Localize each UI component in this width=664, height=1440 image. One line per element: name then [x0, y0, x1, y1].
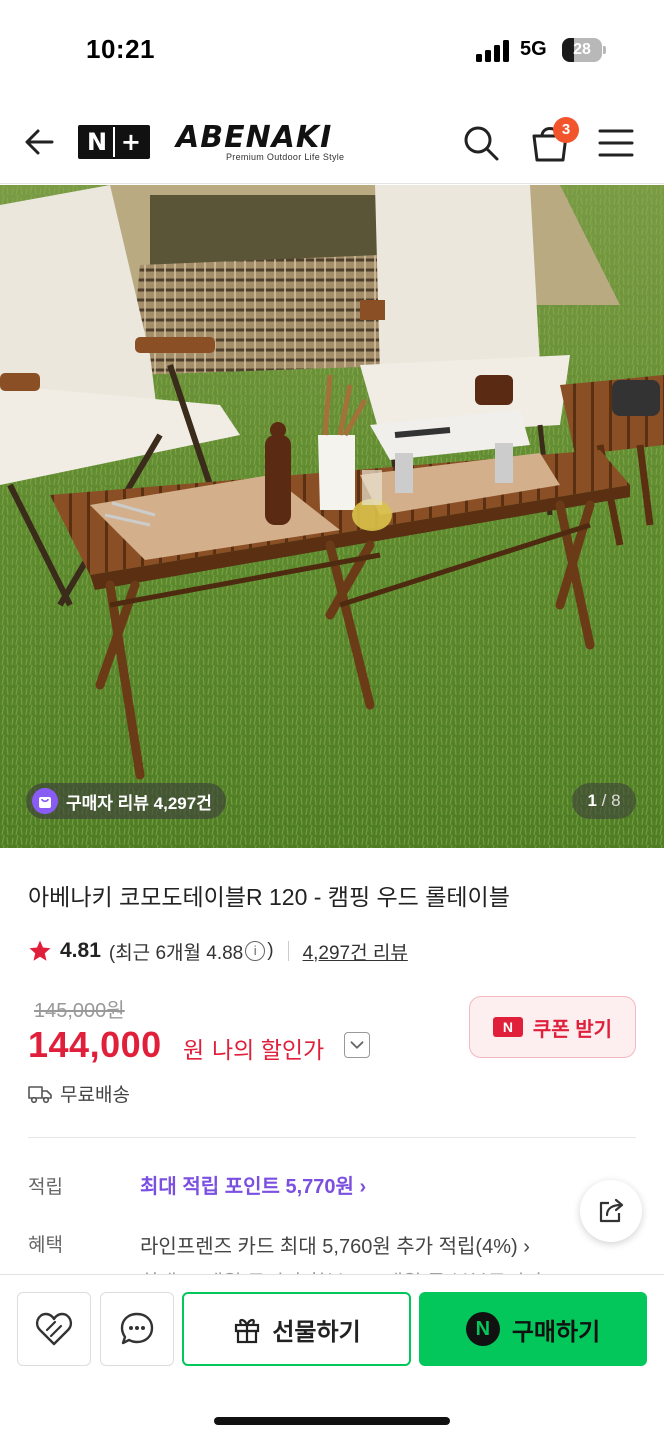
coupon-button[interactable]: N 쿠폰 받기 [469, 996, 636, 1058]
rating-score: 4.81 [60, 939, 101, 962]
my-discount-label: 나의 할인가 [212, 1037, 325, 1063]
cart-count-badge: 3 [553, 117, 579, 143]
menu-icon[interactable] [598, 126, 634, 160]
share-button[interactable] [580, 1180, 642, 1242]
coupon-button-label: 쿠폰 받기 [532, 1018, 613, 1041]
separator [287, 941, 289, 961]
gift-button-label: 선물하기 [272, 1318, 361, 1346]
talk-button[interactable] [100, 1292, 174, 1366]
product-title: 아베나키 코모도테이블R 120 - 캠핑 우드 롤테이블 [28, 884, 510, 910]
page-separator: / [596, 791, 612, 810]
network-type: 5G [520, 38, 547, 60]
review-badge-text: 구매자 리뷰 4,297건 [66, 793, 212, 813]
heart-icon [35, 1312, 73, 1346]
page-current: 1 [587, 791, 597, 810]
points-link[interactable]: 최대 적립 포인트 5,770원 › [140, 1170, 366, 1199]
wishlist-button[interactable] [17, 1292, 91, 1366]
naver-plus-logo[interactable]: N + [78, 125, 150, 159]
star-icon [29, 940, 51, 961]
benefit-label: 혜택 [28, 1235, 63, 1256]
buy-button[interactable]: N 구매하기 [419, 1292, 647, 1366]
home-indicator [214, 1417, 450, 1425]
naver-pay-icon: N [465, 1312, 500, 1346]
recent-rating-close: ) [267, 940, 274, 961]
product-image-carousel[interactable]: 구매자 리뷰 4,297건 1 / 8 [0, 185, 664, 848]
truck-icon [28, 1085, 52, 1103]
bottom-action-bar: 선물하기 N 구매하기 [0, 1274, 664, 1440]
points-label: 적립 [28, 1177, 63, 1198]
battery-icon: 28 [562, 38, 606, 62]
original-price: 145,000원 [34, 1000, 125, 1022]
chevron-down-icon[interactable] [344, 1032, 370, 1058]
signal-icon [476, 40, 509, 62]
shipping-info: 무료배송 [28, 1080, 130, 1107]
gift-icon [235, 1318, 260, 1344]
page-total: 8 [611, 791, 621, 810]
chat-icon [120, 1312, 154, 1345]
sale-price: 144,000 [28, 1024, 162, 1065]
review-count-link[interactable]: 4,297건 리뷰 [303, 938, 408, 965]
logo-n: N [86, 128, 108, 156]
buy-button-label: 구매하기 [511, 1318, 601, 1346]
divider [28, 1137, 636, 1138]
shopping-bag-icon [32, 788, 58, 814]
product-photo [0, 185, 664, 848]
brand-logo[interactable]: ABENAKI [176, 120, 332, 155]
app-header: N + ABENAKI Premium Outdoor Life Style 3 [0, 100, 664, 184]
brand-tagline: Premium Outdoor Life Style [226, 152, 345, 162]
info-icon[interactable]: i [245, 941, 266, 961]
status-time: 10:21 [86, 34, 155, 64]
search-icon[interactable] [462, 124, 500, 162]
image-page-indicator: 1 / 8 [572, 783, 636, 819]
logo-plus: + [120, 128, 141, 156]
gift-button[interactable]: 선물하기 [182, 1292, 411, 1366]
benefit-link[interactable]: 라인프렌즈 카드 최대 5,760원 추가 적립(4%) › [140, 1230, 530, 1259]
naver-coupon-icon: N [492, 1017, 523, 1037]
recent-rating: (최근 6개월 4.88 [108, 942, 244, 964]
status-bar: 10:21 5G 28 [0, 0, 664, 100]
shipping-label: 무료배송 [60, 1085, 130, 1106]
battery-level: 28 [573, 41, 591, 58]
price-unit: 원 [183, 1037, 205, 1063]
share-icon [599, 1198, 624, 1223]
rating-row: 4.81 (최근 6개월 4.88 i ) 4,297건 리뷰 [28, 936, 408, 966]
back-arrow-icon[interactable] [22, 124, 58, 160]
buyer-review-badge[interactable]: 구매자 리뷰 4,297건 [26, 783, 226, 819]
